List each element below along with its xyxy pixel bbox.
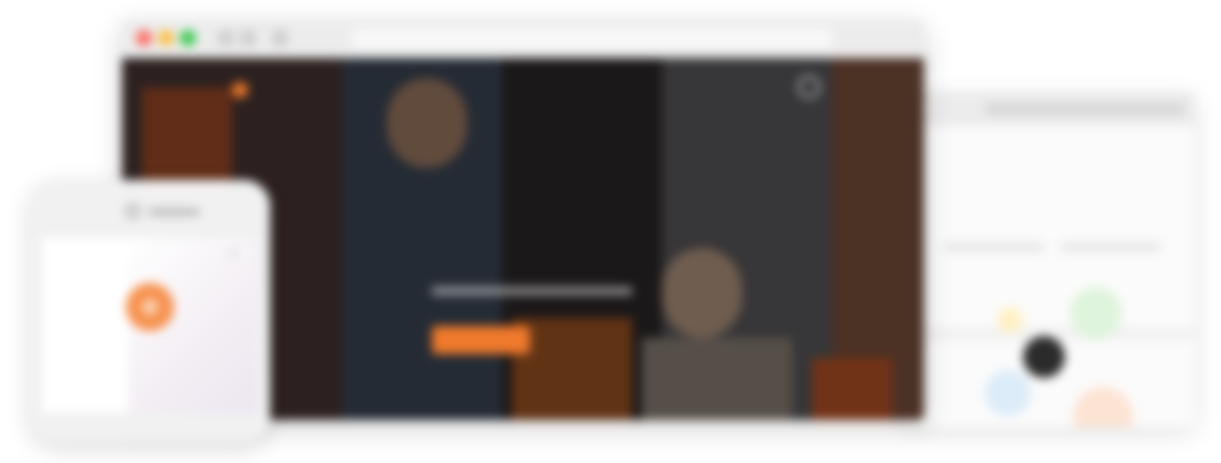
site-navigation	[122, 58, 924, 108]
stat-label	[945, 242, 1045, 252]
secondary-browser-window	[905, 92, 1195, 427]
stat-label	[1060, 242, 1160, 252]
bubble-green	[1070, 287, 1122, 339]
phone-camera-icon	[124, 202, 142, 220]
search-icon[interactable]	[798, 76, 820, 98]
address-bar[interactable]	[352, 28, 832, 48]
maximize-dot-icon[interactable]	[180, 30, 196, 46]
hero-cta-button[interactable]	[432, 326, 530, 354]
forward-arrow-icon[interactable]	[240, 30, 256, 46]
hero-subheadline	[432, 287, 632, 295]
phone-screen: ×	[42, 238, 258, 413]
bubble-dark	[1023, 336, 1065, 378]
browser-titlebar	[122, 20, 924, 58]
phone-device: ×	[30, 180, 270, 442]
blurred-device-mockup: ×	[0, 0, 1221, 463]
app-logo-inner	[142, 299, 158, 315]
stat-item	[945, 220, 1045, 252]
back-arrow-icon[interactable]	[218, 30, 234, 46]
bubble-peach	[1073, 387, 1133, 427]
close-icon[interactable]: ×	[230, 246, 237, 260]
sidebar-icon[interactable]	[272, 30, 288, 46]
secondary-address-bar[interactable]	[985, 102, 1185, 116]
stat-item	[1060, 220, 1160, 252]
phone-speaker-slot	[148, 208, 200, 216]
bubble-blue	[985, 370, 1031, 416]
bubble-yellow	[997, 307, 1023, 333]
logo-icon[interactable]	[232, 82, 248, 98]
stats-row	[945, 220, 1185, 280]
secondary-window-titlebar	[905, 92, 1195, 126]
close-dot-icon[interactable]	[136, 30, 152, 46]
minimize-dot-icon[interactable]	[158, 30, 174, 46]
